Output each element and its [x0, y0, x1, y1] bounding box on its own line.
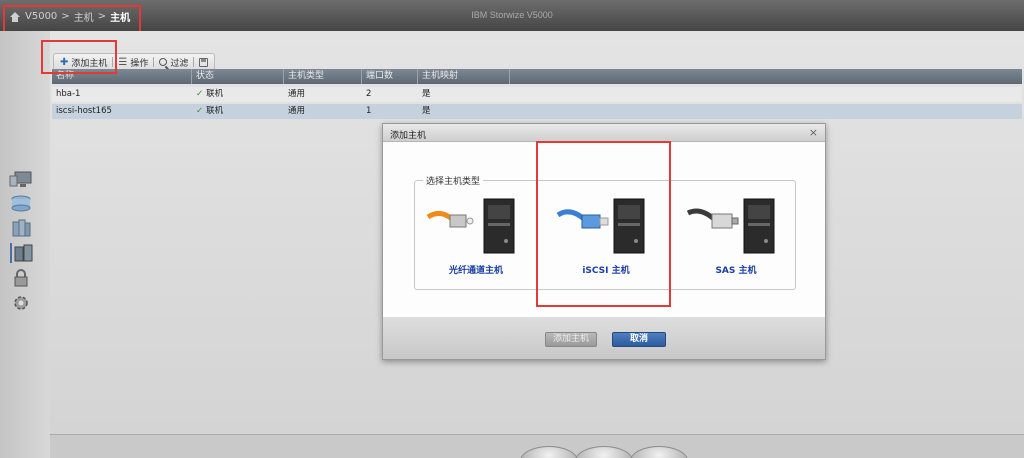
left-navigation	[0, 31, 50, 458]
cell-name: hba-1	[56, 89, 81, 99]
column-header-status[interactable]: 状态	[192, 69, 284, 84]
search-icon	[159, 58, 168, 66]
access-lock-icon[interactable]	[9, 268, 33, 288]
cell-name: iscsi-host165	[56, 106, 112, 116]
cell-type: 通用	[288, 106, 306, 116]
volumes-icon[interactable]	[9, 219, 33, 239]
cell-type: 通用	[288, 89, 306, 99]
filter-label: 过滤	[170, 58, 189, 69]
column-header-mapping[interactable]: 主机映射	[418, 69, 510, 84]
dialog-header: 添加主机 ×	[383, 124, 825, 142]
export-button[interactable]	[199, 57, 209, 67]
highlight-box	[41, 40, 117, 74]
fibre-channel-cable-icon	[426, 198, 515, 254]
highlight-box	[3, 5, 141, 34]
status-text: 联机	[206, 106, 224, 116]
fibre-channel-label: 光纤通道主机	[448, 266, 503, 276]
settings-gear-icon[interactable]	[9, 293, 33, 313]
cell-status: ✓ 联机	[192, 87, 284, 102]
cell-ports: 2	[366, 89, 372, 99]
table-header: 名称 状态 主机类型 端口数 主机映射	[52, 69, 1022, 84]
status-disc	[575, 446, 633, 458]
filter-button[interactable]: 过滤	[159, 56, 188, 69]
status-text: 联机	[206, 89, 224, 99]
toolbar-divider	[153, 57, 155, 67]
dialog-title: 添加主机	[390, 131, 427, 141]
add-host-submit-button[interactable]: 添加主机	[545, 332, 597, 347]
sas-label: SAS 主机	[715, 266, 757, 276]
check-icon: ✓	[196, 106, 204, 116]
table-row[interactable]: iscsi-host165 ✓ 联机 通用 1 是	[52, 104, 1022, 119]
column-header-host-type[interactable]: 主机类型	[284, 69, 362, 84]
column-header-ports[interactable]: 端口数	[362, 69, 418, 84]
hosts-icon[interactable]	[9, 243, 33, 263]
sas-cable-icon	[686, 198, 775, 254]
dialog-footer: 添加主机 取消	[383, 317, 825, 359]
monitoring-icon[interactable]	[9, 170, 33, 190]
fibre-channel-host-option[interactable]: 光纤通道主机	[421, 195, 531, 283]
host-type-legend: 选择主机类型	[423, 174, 484, 187]
close-icon[interactable]: ×	[809, 126, 818, 139]
top-bar: V5000 > 主机 > 主机 IBM Storwize V5000	[0, 0, 1024, 31]
cell-mapping: 是	[422, 106, 431, 116]
status-disc	[520, 446, 578, 458]
cell-ports: 1	[366, 106, 372, 116]
actions-label: 操作	[130, 58, 149, 69]
pools-icon[interactable]	[9, 194, 33, 214]
cell-status: ✓ 联机	[192, 104, 284, 119]
cancel-button[interactable]: 取消	[612, 332, 666, 347]
table-row[interactable]: hba-1 ✓ 联机 通用 2 是	[52, 87, 1022, 102]
actions-menu[interactable]: ☰ 操作	[118, 56, 148, 69]
column-header-spacer	[510, 69, 1022, 84]
toolbar-divider	[193, 57, 195, 67]
list-icon: ☰	[118, 56, 128, 68]
app-title: IBM Storwize V5000	[471, 10, 553, 20]
sas-host-option[interactable]: SAS 主机	[681, 195, 791, 283]
cell-mapping: 是	[422, 89, 431, 99]
status-disc	[630, 446, 688, 458]
save-icon	[199, 57, 209, 67]
highlight-box	[536, 141, 671, 307]
check-icon: ✓	[196, 89, 204, 99]
